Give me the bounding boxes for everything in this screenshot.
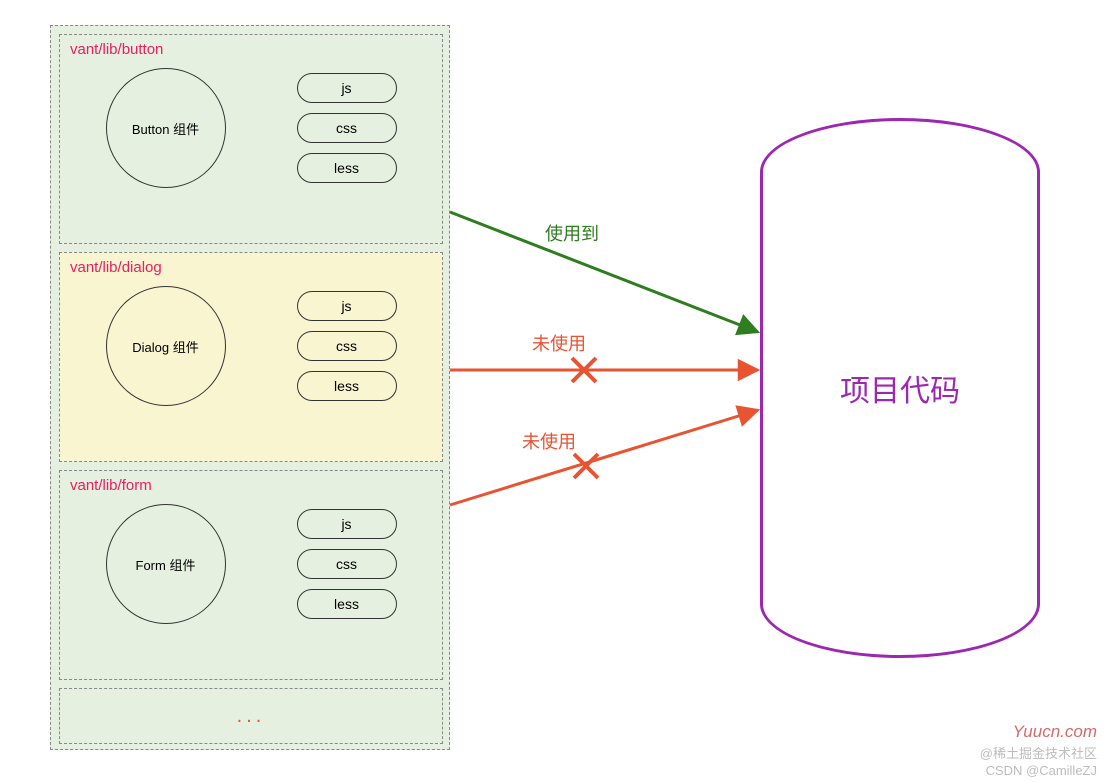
cross-icon bbox=[574, 454, 598, 478]
arrow-used bbox=[450, 212, 758, 332]
pill-js: js bbox=[297, 291, 397, 321]
module-body: Form 组件 js css less bbox=[70, 494, 432, 638]
target-box: 项目代码 bbox=[760, 118, 1040, 658]
module-body: Button 组件 js css less bbox=[70, 58, 432, 202]
watermark-line2: CSDN @CamilleZJ bbox=[986, 763, 1097, 778]
module-dialog: vant/lib/dialog Dialog 组件 js css less bbox=[59, 252, 443, 462]
cross-icon bbox=[572, 358, 596, 382]
pill-less: less bbox=[297, 153, 397, 183]
component-circle: Dialog 组件 bbox=[106, 286, 226, 406]
watermark-site: Yuucn.com bbox=[1013, 722, 1097, 742]
pill-stack: js css less bbox=[297, 509, 397, 619]
pill-less: less bbox=[297, 589, 397, 619]
ellipsis-text: ... bbox=[237, 705, 266, 728]
pill-stack: js css less bbox=[297, 73, 397, 183]
pill-css: css bbox=[297, 113, 397, 143]
module-button: vant/lib/button Button 组件 js css less bbox=[59, 34, 443, 244]
target-label: 项目代码 bbox=[840, 366, 960, 410]
module-title: vant/lib/form bbox=[70, 477, 432, 494]
edge-label-unused-2: 未使用 bbox=[522, 428, 576, 454]
watermark-line1: @稀土掘金技术社区 bbox=[980, 743, 1097, 762]
module-form: vant/lib/form Form 组件 js css less bbox=[59, 470, 443, 680]
ellipsis-row: ... bbox=[59, 688, 443, 744]
component-circle: Button 组件 bbox=[106, 68, 226, 188]
module-title: vant/lib/button bbox=[70, 41, 432, 58]
module-body: Dialog 组件 js css less bbox=[70, 276, 432, 420]
arrow-unused-2 bbox=[450, 410, 758, 505]
pill-stack: js css less bbox=[297, 291, 397, 401]
component-circle: Form 组件 bbox=[106, 504, 226, 624]
pill-css: css bbox=[297, 549, 397, 579]
pill-js: js bbox=[297, 73, 397, 103]
edge-label-used: 使用到 bbox=[545, 220, 599, 246]
pill-js: js bbox=[297, 509, 397, 539]
edge-label-unused-1: 未使用 bbox=[532, 330, 586, 356]
pill-less: less bbox=[297, 371, 397, 401]
module-title: vant/lib/dialog bbox=[70, 259, 432, 276]
modules-container: vant/lib/button Button 组件 js css less va… bbox=[50, 25, 450, 750]
pill-css: css bbox=[297, 331, 397, 361]
